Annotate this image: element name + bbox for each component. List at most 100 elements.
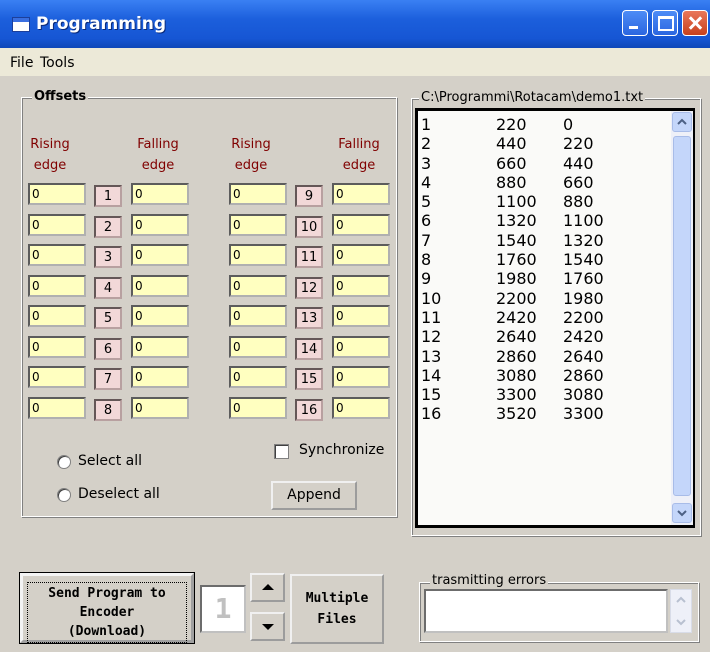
channel-number-toggle[interactable]: 1 [94,185,122,207]
falling-edge-input[interactable]: 0 [131,366,189,388]
file-listbox[interactable]: 1 220 0 2 440 220 3 660 440 4 880 660 5 1100 880 6 1320 1… [418,111,671,525]
rising-edge-header-2: Rising edge [231,137,271,173]
falling-edge-input[interactable]: 0 [131,397,189,419]
list-item[interactable]: 4 880 660 [421,173,671,192]
falling-edge-input[interactable]: 0 [332,336,390,358]
list-item[interactable]: 12 2640 2420 [421,327,671,346]
rising-edge-header-1: Rising edge [30,137,70,173]
channel-number-toggle[interactable]: 12 [295,277,323,299]
list-item[interactable]: 13 2860 2640 [421,347,671,366]
send-program-button[interactable]: Send Program to Encoder (Download) [19,572,195,644]
list-item[interactable]: 10 2200 1980 [421,289,671,308]
channel-number-toggle[interactable]: 15 [295,368,323,390]
list-cell: 3300 [496,385,537,405]
errors-textbox[interactable] [424,589,668,633]
maximize-button[interactable] [652,10,678,36]
rising-edge-input[interactable]: 0 [229,183,287,205]
list-item[interactable]: 15 3300 3080 [421,385,671,404]
list-item[interactable]: 3 660 440 [421,154,671,173]
rising-edge-input[interactable]: 0 [28,305,86,327]
scroll-down-button[interactable] [672,503,692,523]
menu-file[interactable]: File [10,55,33,71]
deselect-all-radio[interactable] [57,488,71,502]
falling-edge-input[interactable]: 0 [131,336,189,358]
channel-number-toggle[interactable]: 3 [94,246,122,268]
channel-number-toggle[interactable]: 13 [295,307,323,329]
rising-edge-input[interactable]: 0 [28,214,86,236]
list-item[interactable]: 2 440 220 [421,134,671,153]
falling-edge-input[interactable]: 0 [332,244,390,266]
multiple-files-button[interactable]: Multiple Files [290,574,384,644]
channel-number-toggle[interactable]: 4 [94,277,122,299]
list-item[interactable]: 11 2420 2200 [421,308,671,327]
list-cell: 0 [563,115,574,134]
channel-number-toggle[interactable]: 16 [295,399,323,421]
rising-edge-input[interactable]: 0 [229,397,287,419]
falling-edge-input[interactable]: 0 [332,305,390,327]
falling-edge-input[interactable]: 0 [332,366,390,388]
list-cell: 1320 [496,211,537,231]
channel-number-toggle[interactable]: 7 [94,368,122,390]
close-button[interactable] [682,10,708,36]
scroll-arrows-icon [676,596,686,626]
list-cell: 1320 [563,230,604,250]
scroll-thumb[interactable] [673,136,691,496]
channel-number-toggle[interactable]: 8 [94,399,122,421]
select-all-radio[interactable] [57,455,71,469]
chevron-up-icon [677,118,687,125]
falling-edge-input[interactable]: 0 [332,214,390,236]
list-cell: 3 [421,153,432,173]
rising-edge-input[interactable]: 0 [28,397,86,419]
list-item[interactable]: 9 1980 1760 [421,269,671,288]
list-item[interactable]: 6 1320 1100 [421,211,671,230]
minimize-button[interactable] [622,10,648,36]
channel-number-toggle[interactable]: 2 [94,216,122,238]
list-cell: 220 [563,134,594,154]
list-cell: 4 [421,172,432,192]
offsets-legend: Offsets [32,89,89,104]
list-item[interactable]: 7 1540 1320 [421,231,671,250]
channel-number-toggle[interactable]: 11 [295,246,323,268]
falling-edge-input[interactable]: 0 [131,214,189,236]
counter-up-button[interactable] [250,573,285,602]
counter-display: 1 [200,585,246,633]
falling-edge-input[interactable]: 0 [332,183,390,205]
rising-edge-input[interactable]: 0 [229,275,287,297]
falling-edge-input[interactable]: 0 [131,305,189,327]
rising-edge-input[interactable]: 0 [28,183,86,205]
list-item[interactable]: 5 1100 880 [421,192,671,211]
list-item[interactable]: 16 3520 3300 [421,404,671,423]
channel-number-toggle[interactable]: 5 [94,307,122,329]
falling-edge-input[interactable]: 0 [332,397,390,419]
channel-number-toggle[interactable]: 10 [295,216,323,238]
rising-edge-input[interactable]: 0 [28,244,86,266]
scroll-up-button[interactable] [672,112,692,132]
append-button[interactable]: Append [271,481,357,510]
rising-edge-input[interactable]: 0 [28,275,86,297]
list-item[interactable]: 14 3080 2860 [421,366,671,385]
channel-number-toggle[interactable]: 9 [295,185,323,207]
list-cell: 1100 [496,192,537,212]
list-cell: 1980 [563,288,604,308]
synchronize-checkbox[interactable] [274,444,289,459]
list-item[interactable]: 1 220 0 [421,115,671,134]
falling-edge-input[interactable]: 0 [131,275,189,297]
menu-tools[interactable]: Tools [40,55,75,71]
channel-number-toggle[interactable]: 6 [94,338,122,360]
falling-edge-input[interactable]: 0 [332,275,390,297]
falling-edge-input[interactable]: 0 [131,244,189,266]
list-cell: 2 [421,134,432,154]
falling-edge-input[interactable]: 0 [131,183,189,205]
rising-edge-input[interactable]: 0 [28,336,86,358]
rising-edge-input[interactable]: 0 [229,244,287,266]
rising-edge-input[interactable]: 0 [229,214,287,236]
rising-edge-input[interactable]: 0 [229,305,287,327]
channel-number-toggle[interactable]: 14 [295,338,323,360]
rising-edge-input[interactable]: 0 [28,366,86,388]
counter-down-button[interactable] [250,612,285,641]
list-cell: 1760 [496,250,537,270]
errors-scrollbar[interactable] [670,589,692,633]
rising-edge-input[interactable]: 0 [229,336,287,358]
list-item[interactable]: 8 1760 1540 [421,250,671,269]
rising-edge-input[interactable]: 0 [229,366,287,388]
